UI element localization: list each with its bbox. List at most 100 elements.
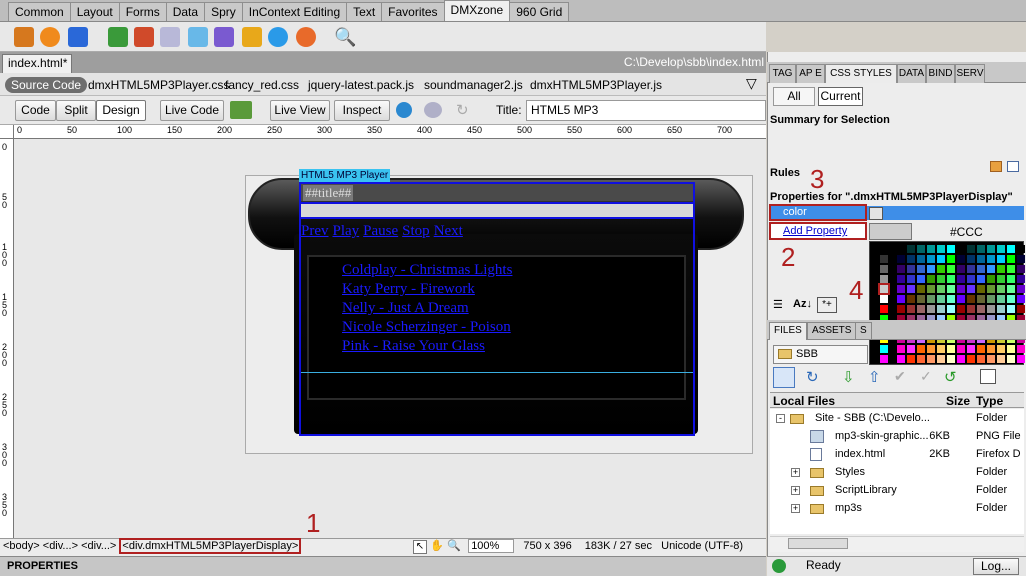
window-size[interactable]: 750 x 396	[523, 540, 571, 552]
color-swatch[interactable]	[1017, 275, 1025, 283]
color-swatch[interactable]	[897, 275, 905, 283]
color-swatch[interactable]	[937, 305, 945, 313]
color-swatch[interactable]	[917, 355, 925, 363]
color-swatch[interactable]	[987, 285, 995, 293]
rule-info-icon[interactable]	[990, 161, 1002, 172]
zoom-select[interactable]: 100%	[468, 539, 515, 553]
color-swatch[interactable]	[1007, 285, 1015, 293]
add-property-link[interactable]: Add Property	[769, 222, 867, 240]
color-swatch[interactable]	[977, 285, 985, 293]
color-swatch[interactable]	[880, 295, 888, 303]
expand-icon[interactable]: +	[791, 486, 800, 495]
color-swatch[interactable]	[907, 265, 915, 273]
tab-css-styles[interactable]: CSS STYLES	[825, 64, 897, 83]
tab-forms[interactable]: Forms	[118, 2, 167, 21]
tag-div[interactable]: <div...>	[43, 540, 78, 552]
color-swatch[interactable]	[880, 245, 888, 253]
alphabetical-view-icon[interactable]: Az↓	[793, 298, 812, 310]
color-swatch[interactable]	[947, 285, 955, 293]
document-icon[interactable]	[160, 27, 180, 47]
related-file-js[interactable]: dmxHTML5MP3Player.js	[530, 78, 662, 92]
color-swatch[interactable]	[1007, 275, 1015, 283]
hand-tool-icon[interactable]: ✋	[430, 539, 444, 553]
live-view-button[interactable]: Live View	[270, 100, 330, 121]
color-swatch[interactable]	[927, 265, 935, 273]
tab-snippets[interactable]: S	[855, 322, 872, 340]
all-button[interactable]: All	[773, 87, 815, 106]
color-swatch[interactable]	[967, 285, 975, 293]
color-swatch[interactable]	[897, 345, 905, 353]
design-view-button[interactable]: Design	[96, 100, 146, 121]
color-swatch[interactable]	[878, 283, 890, 295]
search-icon[interactable]: 🔍	[334, 27, 356, 47]
box-icon[interactable]	[188, 27, 208, 47]
color-swatch[interactable]	[997, 295, 1005, 303]
tab-tag[interactable]: TAG	[769, 64, 796, 83]
refresh-icon[interactable]: ↻	[806, 368, 819, 386]
color-swatch[interactable]	[927, 345, 935, 353]
color-swatch[interactable]	[927, 285, 935, 293]
color-swatch[interactable]	[997, 285, 1005, 293]
calendar-icon[interactable]	[134, 27, 154, 47]
color-swatch[interactable]	[957, 305, 965, 313]
source-code-button[interactable]: Source Code	[5, 77, 88, 93]
color-swatch[interactable]	[937, 265, 945, 273]
color-swatch[interactable]	[997, 265, 1005, 273]
color-swatch[interactable]	[880, 255, 888, 263]
color-swatch[interactable]	[927, 255, 935, 263]
chevron-down-icon[interactable]	[869, 207, 883, 220]
tab-layout[interactable]: Layout	[69, 2, 120, 21]
color-swatch[interactable]	[1007, 265, 1015, 273]
color-swatch[interactable]	[897, 355, 905, 363]
color-swatch[interactable]	[997, 275, 1005, 283]
code-check-icon[interactable]	[230, 101, 252, 119]
color-swatch[interactable]	[967, 295, 975, 303]
tab-assets[interactable]: ASSETS	[807, 322, 857, 340]
filter-icon[interactable]: ▽	[746, 75, 757, 92]
connect-icon[interactable]	[773, 367, 795, 388]
color-swatch[interactable]	[977, 345, 985, 353]
color-swatch[interactable]	[957, 355, 965, 363]
color-swatch[interactable]	[907, 355, 915, 363]
color-swatch[interactable]	[987, 295, 995, 303]
color-swatch[interactable]	[897, 285, 905, 293]
color-swatch[interactable]	[907, 275, 915, 283]
tab-common[interactable]: Common	[8, 2, 71, 21]
color-swatch[interactable]	[997, 245, 1005, 253]
tab-ap-elements[interactable]: AP E	[796, 64, 825, 83]
related-file-jquery[interactable]: jquery-latest.pack.js	[308, 78, 414, 92]
picture-icon[interactable]	[242, 27, 262, 47]
html5-mp3-player-icon[interactable]	[296, 27, 316, 47]
color-swatch[interactable]	[917, 275, 925, 283]
color-swatch[interactable]	[947, 305, 955, 313]
color-swatch[interactable]	[1007, 245, 1015, 253]
color-swatch[interactable]	[967, 305, 975, 313]
collapse-icon[interactable]: -	[776, 414, 785, 423]
color-swatch[interactable]	[937, 255, 945, 263]
color-swatch[interactable]	[917, 345, 925, 353]
related-file-fancy-red[interactable]: fancy_red.css	[225, 78, 299, 92]
color-swatch[interactable]	[947, 275, 955, 283]
color-swatch[interactable]	[907, 245, 915, 253]
tab-spry[interactable]: Spry	[204, 2, 243, 21]
color-swatch[interactable]	[987, 265, 995, 273]
zoom-tool-icon[interactable]: 🔍	[447, 539, 461, 553]
file-row[interactable]: + ScriptLibrary Folder	[770, 482, 1024, 500]
color-swatch[interactable]	[880, 305, 888, 313]
color-swatch[interactable]	[1007, 305, 1015, 313]
document-title-input[interactable]: HTML5 MP3	[526, 100, 766, 121]
current-button[interactable]: Current	[818, 87, 863, 106]
expand-icon[interactable]	[980, 369, 996, 384]
color-swatch[interactable]	[987, 345, 995, 353]
color-swatch[interactable]	[917, 265, 925, 273]
color-swatch[interactable]	[917, 245, 925, 253]
color-swatch[interactable]	[997, 355, 1005, 363]
color-swatch[interactable]	[987, 245, 995, 253]
set-properties-icon[interactable]: *+	[817, 297, 837, 313]
visual-aids-icon[interactable]	[424, 102, 442, 118]
color-swatch[interactable]	[1017, 265, 1025, 273]
color-swatch[interactable]	[937, 275, 945, 283]
color-swatch[interactable]	[907, 285, 915, 293]
preview-browser-icon[interactable]	[396, 102, 412, 118]
color-swatch[interactable]	[937, 285, 945, 293]
